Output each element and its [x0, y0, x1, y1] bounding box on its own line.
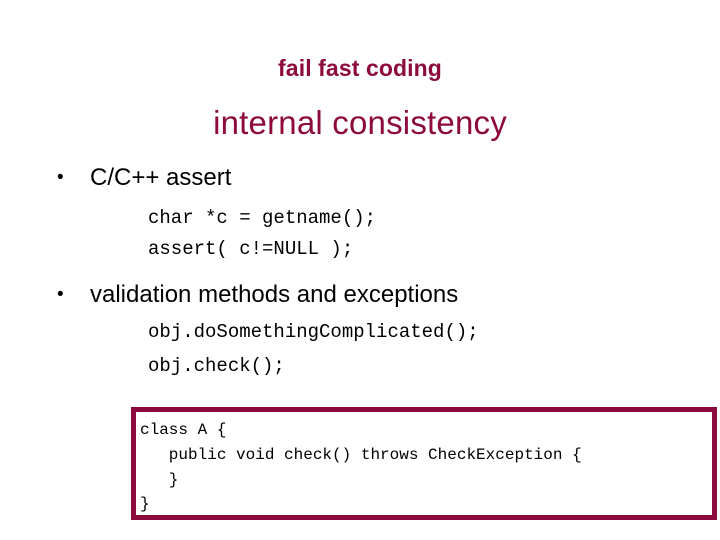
bullet-item-validation: • validation methods and exceptions [57, 281, 458, 309]
presentation-slide: fail fast coding internal consistency • C… [0, 0, 720, 540]
bullet-marker-icon: • [57, 284, 64, 305]
bullet-label-validation: validation methods and exceptions [90, 281, 459, 308]
code-line-obj-check: obj.check(); [148, 355, 285, 377]
code-line-assert-null: assert( c!=NULL ); [148, 238, 354, 260]
code-line-do-something-complicated: obj.doSomethingComplicated(); [148, 321, 479, 343]
code-block-panel: class A { public void check() throws Che… [131, 407, 717, 520]
code-block-text: class A { public void check() throws Che… [140, 421, 582, 514]
bullet-label-assert: C/C++ assert [90, 164, 232, 191]
code-line-getname: char *c = getname(); [148, 207, 377, 229]
slide-title: internal consistency [213, 104, 507, 141]
bullet-marker-icon: • [57, 167, 64, 188]
bullet-item-assert: • C/C++ assert [57, 164, 231, 192]
slide-subtitle: fail fast coding [278, 55, 442, 81]
